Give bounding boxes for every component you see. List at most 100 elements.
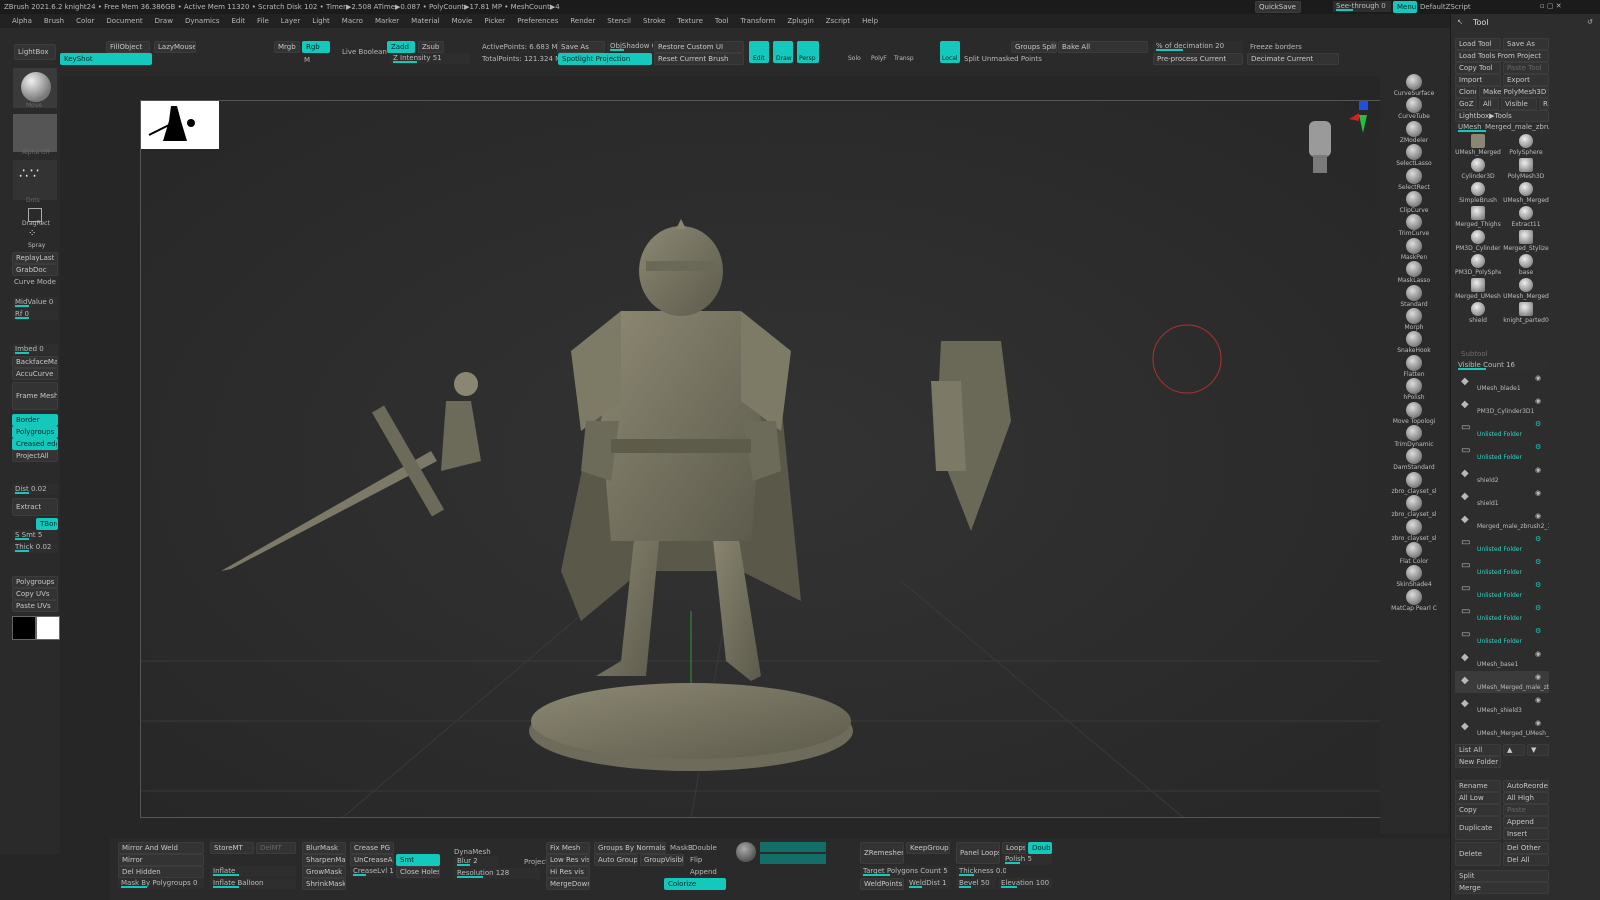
- menu-draw[interactable]: Draw: [155, 17, 173, 25]
- auto-groups-button[interactable]: Auto Groups: [594, 854, 638, 866]
- split-button[interactable]: Split: [1455, 870, 1549, 882]
- window-controls-icon[interactable]: ▫ ▢ ✕: [1540, 2, 1562, 10]
- menu-material[interactable]: Material: [411, 17, 439, 25]
- menu-macro[interactable]: Macro: [342, 17, 363, 25]
- append-subtool-button[interactable]: Append: [1503, 816, 1549, 828]
- project-button[interactable]: Project: [524, 858, 548, 866]
- export-button[interactable]: Export: [1503, 74, 1549, 86]
- copy-uvs-button[interactable]: Copy UVs: [12, 588, 58, 600]
- auto-reorder-button[interactable]: AutoReorder: [1503, 780, 1549, 792]
- subtool-row[interactable]: ▭ ⚙ Unlisted Folder: [1455, 625, 1549, 647]
- brush-15-icon[interactable]: [1406, 425, 1422, 441]
- bevel-slider[interactable]: Bevel 50: [956, 878, 996, 889]
- brush-0-icon[interactable]: [1406, 74, 1422, 90]
- lazy-mouse-button[interactable]: LazyMouse: [154, 41, 196, 53]
- freeze-borders-button[interactable]: Freeze borders: [1250, 43, 1302, 51]
- subtool-row[interactable]: ◆ ◉ UMesh_Merged_UMesh_blad: [1455, 717, 1549, 739]
- quicksave-button[interactable]: QuickSave: [1255, 1, 1301, 13]
- crease-pg-button[interactable]: Crease PG: [350, 842, 394, 854]
- brush-10-icon[interactable]: [1406, 308, 1422, 324]
- inflate-balloon-slider[interactable]: Inflate Balloon: [210, 878, 296, 889]
- mirror-and-weld-button[interactable]: Mirror And Weld: [118, 842, 204, 854]
- menu-movie[interactable]: Movie: [452, 17, 473, 25]
- del-other-button[interactable]: Del Other: [1503, 842, 1549, 854]
- menu-layer[interactable]: Layer: [281, 17, 301, 25]
- all-high-button[interactable]: All High: [1503, 792, 1549, 804]
- duplicate-button[interactable]: Duplicate: [1455, 816, 1501, 840]
- tool-11-icon[interactable]: [1519, 254, 1533, 268]
- flip-button[interactable]: Flip: [690, 856, 702, 864]
- edit-button[interactable]: Edit: [749, 41, 769, 63]
- brush-22-icon[interactable]: [1406, 588, 1422, 605]
- visibility-eye-icon[interactable]: ◉: [1535, 374, 1541, 382]
- brush-13-icon[interactable]: [1406, 378, 1422, 395]
- tool-6-icon[interactable]: [1471, 206, 1485, 220]
- mask-by-polygroups-slider[interactable]: Mask By Polygroups 0: [118, 878, 204, 889]
- default-zscript-label[interactable]: DefaultZScript: [1420, 3, 1471, 11]
- tool-3-icon[interactable]: [1519, 158, 1533, 172]
- brush-2-icon[interactable]: [1406, 120, 1422, 137]
- polish-slider[interactable]: Polish 5: [1002, 854, 1052, 865]
- subtool-row[interactable]: ▭ ⚙ Unlisted Folder: [1455, 533, 1549, 555]
- copy-subtool-button[interactable]: Copy: [1455, 804, 1501, 816]
- paste-subtool-button[interactable]: Paste: [1503, 804, 1549, 816]
- brush-18-icon[interactable]: [1406, 495, 1422, 512]
- menu-alpha[interactable]: Alpha: [12, 17, 32, 25]
- stroke-thumbnail[interactable]: ∴∵: [13, 160, 57, 200]
- visibility-eye-icon[interactable]: ◉: [1535, 512, 1541, 520]
- polyf-button[interactable]: PolyF: [871, 55, 887, 62]
- z-intensity-slider[interactable]: Z Intensity 51: [390, 53, 470, 64]
- visibility-eye-icon[interactable]: ◉: [1535, 696, 1541, 704]
- folder-settings-icon[interactable]: ⚙: [1535, 627, 1541, 635]
- menu-marker[interactable]: Marker: [375, 17, 399, 25]
- brush-16-icon[interactable]: [1406, 448, 1422, 465]
- clone-button[interactable]: Clone: [1455, 86, 1477, 98]
- new-folder-button[interactable]: New Folder: [1455, 756, 1501, 768]
- load-tools-from-project-button[interactable]: Load Tools From Project: [1455, 50, 1549, 62]
- subtool-row[interactable]: ▭ ⚙ Unlisted Folder: [1455, 556, 1549, 578]
- folder-settings-icon[interactable]: ⚙: [1535, 420, 1541, 428]
- menu-texture[interactable]: Texture: [677, 17, 703, 25]
- menus-button[interactable]: Menus: [1393, 1, 1417, 13]
- blur-slider[interactable]: Blur 2: [454, 856, 498, 867]
- solo-button[interactable]: Solo: [848, 55, 861, 62]
- brush-20-icon[interactable]: [1406, 542, 1422, 558]
- brush-7-icon[interactable]: [1406, 237, 1422, 254]
- menu-zplugin[interactable]: Zplugin: [787, 17, 813, 25]
- visibility-eye-icon[interactable]: ◉: [1535, 397, 1541, 405]
- zremesher-button[interactable]: ZRemesher: [860, 842, 904, 864]
- all-low-button[interactable]: All Low: [1455, 792, 1501, 804]
- axis-gizmo-icon[interactable]: [1349, 101, 1369, 141]
- loops-button[interactable]: Loops: [1002, 842, 1026, 854]
- brush-21-icon[interactable]: [1406, 565, 1422, 582]
- tool-15-icon[interactable]: [1519, 302, 1533, 316]
- backface-mask-button[interactable]: BackfaceMask: [12, 356, 58, 368]
- subtool-row[interactable]: ▭ ⚙ Unlisted Folder: [1455, 441, 1549, 463]
- draw-button[interactable]: Draw: [773, 41, 793, 63]
- subtool-row[interactable]: ◆ ◉ PM3D_Cylinder3D1: [1455, 395, 1549, 417]
- rf-slider[interactable]: Rf 0: [12, 309, 58, 320]
- visibility-eye-icon[interactable]: ◉: [1535, 673, 1541, 681]
- visibility-eye-icon[interactable]: ◉: [1535, 650, 1541, 658]
- tbord-button[interactable]: TBord: [36, 518, 58, 530]
- dynamesh-button[interactable]: DynaMesh: [454, 848, 491, 856]
- obj-shadow-slider[interactable]: ObjShadow 0: [607, 41, 653, 52]
- see-through-slider[interactable]: See-through 0: [1333, 1, 1391, 12]
- panel-refresh-icon[interactable]: ↺: [1587, 18, 1593, 26]
- menu-document[interactable]: Document: [106, 17, 142, 25]
- insert-button[interactable]: Insert: [1503, 828, 1549, 840]
- copy-tool-button[interactable]: Copy Tool: [1455, 62, 1501, 74]
- colorize-button[interactable]: Colorize: [664, 878, 726, 890]
- visibility-eye-icon[interactable]: ◉: [1535, 719, 1541, 727]
- merge-down-button[interactable]: MergeDown: [546, 878, 590, 890]
- brush-9-icon[interactable]: [1406, 284, 1422, 301]
- paste-uvs-button[interactable]: Paste UVs: [12, 600, 58, 612]
- orientation-gizmo-icon[interactable]: [1305, 115, 1335, 179]
- dist-slider[interactable]: Dist 0.02: [12, 484, 58, 495]
- split-unmasked-points-button[interactable]: Split Unmasked Points: [964, 55, 1042, 63]
- menu-light[interactable]: Light: [312, 17, 329, 25]
- tool-12-icon[interactable]: [1471, 278, 1485, 292]
- save-as-button[interactable]: Save As: [557, 41, 605, 53]
- zsub-button[interactable]: Zsub: [418, 41, 444, 53]
- tool-4-icon[interactable]: [1471, 182, 1485, 196]
